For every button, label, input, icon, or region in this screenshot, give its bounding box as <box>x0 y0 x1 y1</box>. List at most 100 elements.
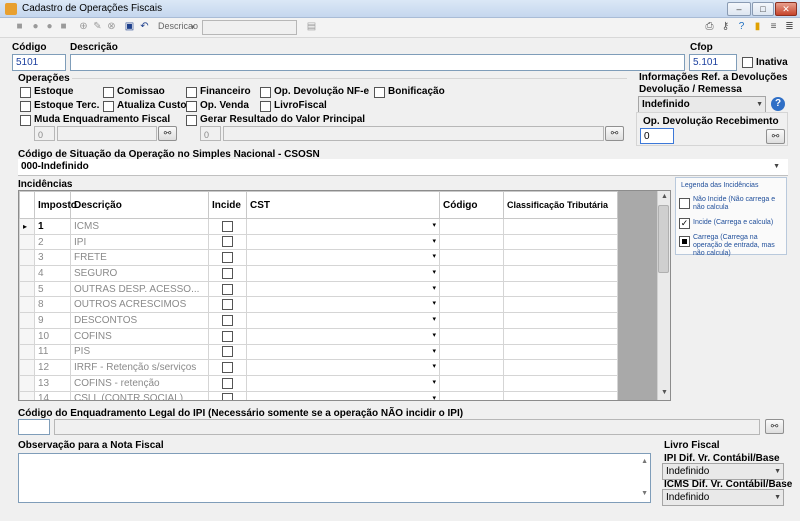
livro-fiscal-checkbox[interactable] <box>260 101 271 112</box>
incide-cell[interactable] <box>208 312 247 329</box>
incide-cell[interactable] <box>208 280 247 298</box>
help-icon[interactable]: ? <box>736 21 747 32</box>
classificacao-cell[interactable] <box>503 233 618 251</box>
chevron-down-icon[interactable]: ▾ <box>432 284 436 292</box>
classificacao-cell[interactable] <box>503 327 618 345</box>
chevron-down-icon[interactable]: ▼ <box>641 488 648 500</box>
classificacao-cell[interactable] <box>503 359 618 376</box>
incide-cell[interactable] <box>208 343 247 361</box>
descricao-cell[interactable]: IPI <box>70 233 209 251</box>
op-devolucao-checkbox[interactable] <box>260 87 271 98</box>
table-row[interactable]: 10 COFINS ▾ <box>19 327 618 345</box>
observacao-textarea[interactable]: ▲ ▼ <box>18 453 651 503</box>
cst-cell[interactable]: ▾ <box>246 280 440 298</box>
incide-checkbox[interactable] <box>222 252 233 264</box>
chevron-down-icon[interactable]: ▼ <box>661 389 668 396</box>
incide-cell[interactable] <box>208 359 247 376</box>
undo-icon[interactable]: ↶ <box>139 21 150 32</box>
incide-checkbox[interactable] <box>222 330 233 342</box>
binoculars-icon[interactable]: ⚯ <box>766 129 785 144</box>
descricao-input[interactable] <box>70 54 685 71</box>
incide-checkbox[interactable] <box>222 236 233 248</box>
chevron-up-icon[interactable]: ▲ <box>661 193 668 200</box>
classificacao-cell[interactable] <box>503 249 618 267</box>
table-row[interactable]: 11 PIS ▾ <box>19 343 618 361</box>
table-row[interactable]: 4 SEGURO ▾ <box>19 265 618 282</box>
codigo-cell[interactable] <box>439 359 504 376</box>
chevron-down-icon[interactable]: ▾ <box>432 268 436 276</box>
incide-checkbox[interactable] <box>222 377 233 389</box>
financeiro-checkbox[interactable] <box>186 87 197 98</box>
codigo-cell[interactable] <box>439 343 504 361</box>
chevron-down-icon[interactable]: ▾ <box>432 362 436 370</box>
last-icon[interactable]: ■ <box>58 21 69 32</box>
imposto-cell[interactable]: 3 <box>34 249 71 267</box>
incide-cell[interactable] <box>208 390 247 400</box>
codigo-cell[interactable] <box>439 280 504 298</box>
table-row[interactable]: 13 COFINS - retenção ▾ <box>19 374 618 392</box>
table-row[interactable]: 3 FRETE ▾ <box>19 249 618 267</box>
descricao-cell[interactable]: IRRF - Retenção s/serviços <box>70 359 209 376</box>
col-cst[interactable]: CST <box>246 191 440 219</box>
descricao-cell[interactable]: OUTROS ACRESCIMOS <box>70 296 209 314</box>
muda-code-input[interactable]: 0 <box>34 126 55 141</box>
imposto-cell[interactable]: 13 <box>34 374 71 392</box>
chevron-down-icon[interactable]: ▾ <box>191 23 195 31</box>
imposto-cell[interactable]: 1 <box>34 218 71 235</box>
incide-cell[interactable] <box>208 233 247 251</box>
chevron-down-icon[interactable]: ▾ <box>432 237 436 245</box>
bonificacao-checkbox[interactable] <box>374 87 385 98</box>
close-button[interactable]: ✕ <box>775 2 797 16</box>
imposto-cell[interactable]: 10 <box>34 327 71 345</box>
icms-dif-select[interactable]: Indefinido ▼ <box>662 489 784 506</box>
codigo-cell[interactable] <box>439 390 504 400</box>
binoculars-icon[interactable]: ⚯ <box>158 126 177 141</box>
codigo-cell[interactable] <box>439 249 504 267</box>
incide-checkbox[interactable] <box>222 220 233 232</box>
chevron-down-icon[interactable]: ▾ <box>432 331 436 339</box>
classificacao-cell[interactable] <box>503 374 618 392</box>
col-incide[interactable]: Incide <box>208 191 247 219</box>
chevron-down-icon[interactable]: ▾ <box>432 221 436 229</box>
imposto-cell[interactable]: 8 <box>34 296 71 314</box>
classificacao-cell[interactable] <box>503 280 618 298</box>
table-row[interactable]: 5 OUTRAS DESP. ACESSO... ▾ <box>19 280 618 298</box>
incide-cell[interactable] <box>208 249 247 267</box>
binoculars-icon[interactable]: ⚯ <box>765 419 784 434</box>
chevron-down-icon[interactable]: ▾ <box>432 299 436 307</box>
next-icon[interactable]: ● <box>44 21 55 32</box>
chevron-down-icon[interactable]: ▾ <box>432 394 436 400</box>
prev-icon[interactable]: ● <box>30 21 41 32</box>
binoculars-icon[interactable]: ⚯ <box>605 126 624 141</box>
descricao-cell[interactable]: FRETE <box>70 249 209 267</box>
export-icon[interactable]: ▮ <box>752 21 763 32</box>
codigo-cell[interactable] <box>439 312 504 329</box>
chevron-down-icon[interactable]: ▾ <box>432 378 436 386</box>
inativa-checkbox[interactable] <box>742 57 753 68</box>
descricao-cell[interactable]: ICMS <box>70 218 209 235</box>
gerar-resultado-checkbox[interactable] <box>186 115 197 126</box>
chevron-down-icon[interactable]: ▾ <box>432 252 436 260</box>
incide-cell[interactable] <box>208 296 247 314</box>
descricao-cell[interactable]: SEGURO <box>70 265 209 282</box>
cst-cell[interactable]: ▾ <box>246 343 440 361</box>
incide-checkbox[interactable] <box>222 283 233 295</box>
muda-enquadramento-checkbox[interactable] <box>20 115 31 126</box>
cst-cell[interactable]: ▾ <box>246 265 440 282</box>
col-codigo[interactable]: Código <box>439 191 504 219</box>
descricao-cell[interactable]: PIS <box>70 343 209 361</box>
settings-icon[interactable]: ≣ <box>784 21 795 32</box>
help-icon[interactable]: ? <box>771 97 785 111</box>
descricao-cell[interactable]: DESCONTOS <box>70 312 209 329</box>
print-icon[interactable]: ⎙ <box>704 21 715 32</box>
classificacao-cell[interactable] <box>503 218 618 235</box>
table-row[interactable]: 12 IRRF - Retenção s/serviços ▾ <box>19 359 618 376</box>
classificacao-cell[interactable] <box>503 296 618 314</box>
classificacao-cell[interactable] <box>503 312 618 329</box>
ipi-dif-select[interactable]: Indefinido ▼ <box>662 463 784 480</box>
cst-cell[interactable]: ▾ <box>246 296 440 314</box>
maximize-button[interactable]: □ <box>752 2 774 16</box>
gerar-code-input[interactable]: 0 <box>200 126 221 141</box>
save-icon[interactable]: ▣ <box>124 21 135 32</box>
cst-cell[interactable]: ▾ <box>246 233 440 251</box>
